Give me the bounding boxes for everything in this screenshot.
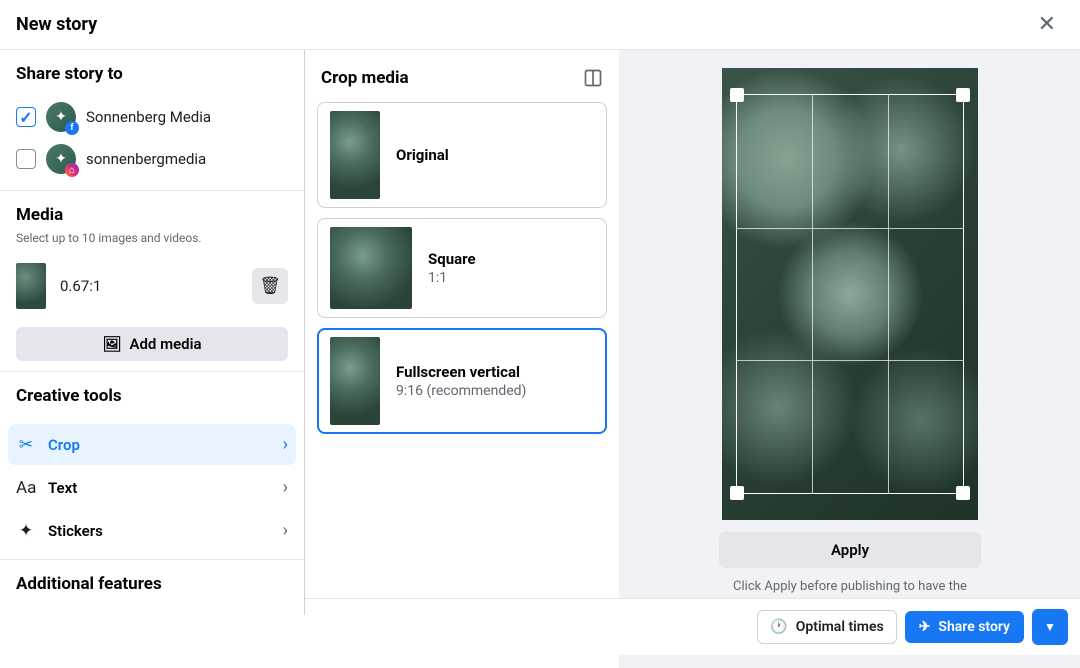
media-thumbnail[interactable] — [16, 263, 46, 309]
crop-icon: ✂ — [16, 435, 36, 455]
share-story-label: Share story — [938, 619, 1010, 635]
account-name: Sonnenberg Media — [86, 108, 211, 126]
media-section-subtitle: Select up to 10 images and videos. — [16, 231, 288, 245]
crop-grid-line — [737, 228, 963, 229]
crop-handle-tl[interactable] — [730, 88, 744, 102]
media-aspect-ratio: 0.67:1 — [60, 277, 238, 295]
add-media-button[interactable]: 🖼 Add media — [16, 327, 288, 361]
crop-thumbnail — [330, 227, 412, 309]
optimal-times-button[interactable]: 🕐 Optimal times — [757, 610, 896, 644]
aspect-switcher-icon[interactable] — [583, 68, 603, 88]
avatar: ✦ ⌂ — [46, 144, 76, 174]
crop-option-label: Original — [396, 146, 449, 164]
main-content: Share story to ✦ f Sonnenberg Media ✦ ⌂ … — [0, 50, 1080, 668]
chevron-down-icon: ▼ — [1044, 620, 1056, 634]
tool-stickers[interactable]: ✦ Stickers › — [8, 510, 296, 551]
facebook-badge-icon: f — [65, 121, 79, 135]
crop-grid-line — [737, 360, 963, 361]
crop-overlay[interactable] — [736, 94, 964, 494]
crop-option-label: Square — [428, 250, 476, 268]
close-button[interactable]: ✕ — [1030, 8, 1064, 41]
additional-features-section: Additional features — [0, 560, 304, 615]
preview-frame[interactable] — [722, 68, 978, 520]
crop-option-label: Fullscreen vertical — [396, 363, 526, 381]
media-section-title: Media — [16, 205, 288, 225]
crop-option-sub: 1:1 — [428, 270, 476, 286]
creative-tools-section: Creative tools — [0, 372, 304, 422]
stickers-icon: ✦ — [16, 521, 36, 541]
paper-plane-icon: ✈ — [919, 619, 931, 635]
crop-handle-bl[interactable] — [730, 486, 744, 500]
tool-label: Text — [48, 479, 271, 497]
share-dropdown-button[interactable]: ▼ — [1032, 609, 1068, 645]
crop-option-sub: 9:16 (recommended) — [396, 383, 526, 399]
apply-button[interactable]: Apply — [719, 532, 981, 568]
dialog-title: New story — [16, 14, 97, 35]
preview-panel: Apply Click Apply before publishing to h… — [620, 50, 1080, 668]
account-checkbox[interactable] — [16, 107, 36, 127]
text-icon: Aa — [16, 478, 36, 498]
crop-panel-header: Crop media — [317, 68, 607, 88]
account-row-instagram[interactable]: ✦ ⌂ sonnenbergmedia — [16, 138, 288, 180]
trash-icon: 🗑 — [259, 276, 281, 296]
share-section-title: Share story to — [16, 64, 288, 84]
apply-button-label: Apply — [831, 541, 869, 559]
clock-icon: 🕐 — [770, 619, 787, 635]
crop-option-fullscreen-vertical[interactable]: Fullscreen vertical 9:16 (recommended) — [317, 328, 607, 434]
crop-grid-line — [888, 95, 889, 493]
image-plus-icon: 🖼 — [102, 335, 121, 353]
share-section: Share story to ✦ f Sonnenberg Media ✦ ⌂ … — [0, 50, 304, 190]
account-checkbox[interactable] — [16, 149, 36, 169]
tool-label: Crop — [48, 436, 271, 454]
delete-media-button[interactable]: 🗑 — [252, 268, 288, 304]
chevron-right-icon: › — [283, 520, 288, 541]
creative-tools-title: Creative tools — [16, 386, 288, 406]
crop-thumbnail — [330, 337, 380, 425]
left-sidebar[interactable]: Share story to ✦ f Sonnenberg Media ✦ ⌂ … — [0, 50, 305, 615]
crop-handle-tr[interactable] — [956, 88, 970, 102]
account-row-facebook[interactable]: ✦ f Sonnenberg Media — [16, 96, 288, 138]
crop-thumbnail — [330, 111, 380, 199]
crop-panel-title: Crop media — [321, 68, 409, 88]
crop-grid-line — [812, 95, 813, 493]
tool-text[interactable]: Aa Text › — [8, 467, 296, 508]
account-name: sonnenbergmedia — [86, 150, 206, 168]
tool-label: Stickers — [48, 522, 271, 540]
tool-crop[interactable]: ✂ Crop › — [8, 424, 296, 465]
crop-handle-br[interactable] — [956, 486, 970, 500]
footer-actions: 🕐 Optimal times ✈ Share story ▼ — [305, 598, 1080, 655]
add-media-label: Add media — [129, 335, 201, 353]
optimal-times-label: Optimal times — [796, 619, 884, 635]
instagram-badge-icon: ⌂ — [65, 163, 79, 177]
crop-option-square[interactable]: Square 1:1 — [317, 218, 607, 318]
crop-option-original[interactable]: Original — [317, 102, 607, 208]
chevron-right-icon: › — [283, 434, 288, 455]
share-story-button[interactable]: ✈ Share story — [905, 611, 1024, 643]
avatar: ✦ f — [46, 102, 76, 132]
crop-panel: Crop media Original Square 1:1 Fullscree… — [305, 50, 620, 668]
media-section: Media Select up to 10 images and videos.… — [0, 191, 304, 371]
media-item[interactable]: 0.67:1 🗑 — [16, 255, 288, 317]
chevron-right-icon: › — [283, 477, 288, 498]
dialog-header: New story ✕ — [0, 0, 1080, 50]
additional-features-title: Additional features — [16, 574, 288, 594]
